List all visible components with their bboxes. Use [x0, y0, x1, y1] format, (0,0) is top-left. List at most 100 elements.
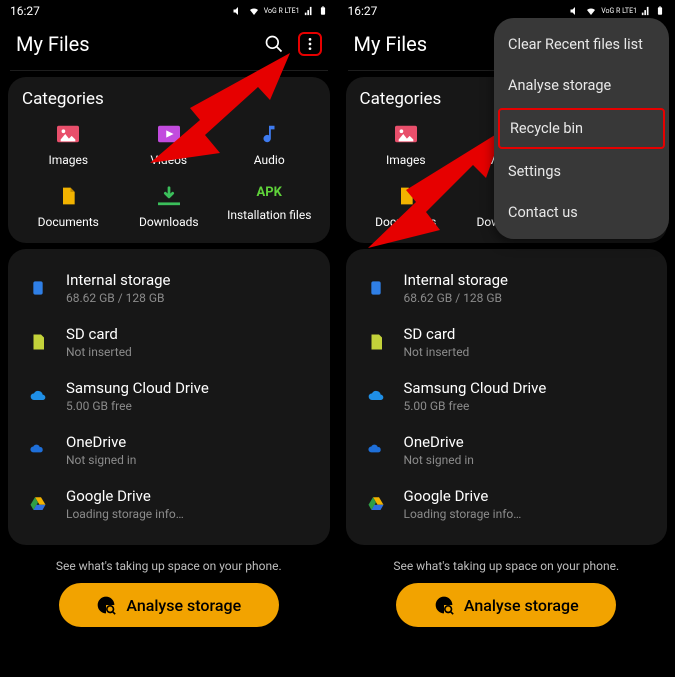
storage-name: Internal storage: [66, 271, 171, 289]
storage-card: Internal storage 68.62 GB / 128 GB SD ca…: [346, 249, 668, 545]
storage-onedrive[interactable]: OneDrive Not signed in: [356, 423, 658, 477]
more-options-button[interactable]: [298, 32, 322, 56]
page-title: My Files: [16, 32, 90, 56]
divider: [10, 70, 328, 71]
categories-title: Categories: [22, 89, 316, 109]
phone-icon: [368, 277, 384, 299]
storage-googledrive[interactable]: Google Drive Loading storage info…: [18, 477, 320, 531]
storage-internal[interactable]: Internal storage 68.62 GB / 128 GB: [18, 261, 320, 315]
storage-sub: Not signed in: [66, 453, 136, 467]
category-label: Downloads: [139, 215, 199, 229]
category-label: Images: [48, 153, 88, 167]
onedrive-icon: [365, 443, 387, 457]
document-icon: [58, 185, 78, 207]
storage-sub: 5.00 GB free: [404, 399, 547, 413]
category-videos[interactable]: Videos: [119, 123, 220, 167]
analyse-icon: [434, 595, 454, 615]
video-icon: [158, 123, 180, 145]
storage-googledrive[interactable]: Google Drive Loading storage info…: [356, 477, 658, 531]
storage-name: OneDrive: [404, 433, 474, 451]
storage-name: Samsung Cloud Drive: [404, 379, 547, 397]
category-documents[interactable]: Documents: [356, 185, 457, 229]
storage-sdcard[interactable]: SD card Not inserted: [356, 315, 658, 369]
categories-card: Categories Images Videos Audio Documents: [8, 77, 330, 243]
screenshot-right: 16:27 VoG R LTE1 My Files Categories Ima…: [338, 0, 675, 677]
onedrive-icon: [27, 443, 49, 457]
cloud-icon: [27, 388, 49, 404]
category-images[interactable]: Images: [18, 123, 119, 167]
googledrive-icon: [366, 495, 386, 513]
download-icon: [158, 185, 180, 207]
category-label: Videos: [150, 153, 187, 167]
battery-icon: [318, 5, 328, 17]
storage-onedrive[interactable]: OneDrive Not signed in: [18, 423, 320, 477]
search-button[interactable]: [262, 32, 286, 56]
signal-icon: [304, 6, 314, 16]
storage-samsung-cloud[interactable]: Samsung Cloud Drive 5.00 GB free: [356, 369, 658, 423]
wifi-icon: [585, 5, 597, 17]
category-audio[interactable]: Audio: [219, 123, 320, 167]
status-time: 16:27: [10, 4, 40, 18]
storage-name: Google Drive: [66, 487, 184, 505]
storage-internal[interactable]: Internal storage 68.62 GB / 128 GB: [356, 261, 658, 315]
page-title: My Files: [354, 32, 428, 56]
document-icon: [396, 185, 416, 207]
storage-name: SD card: [404, 325, 470, 343]
googledrive-icon: [28, 495, 48, 513]
analyse-label: Analyse storage: [464, 596, 579, 615]
image-icon: [57, 123, 79, 145]
audio-icon: [258, 123, 280, 145]
search-icon: [264, 34, 284, 54]
menu-analyse-storage[interactable]: Analyse storage: [494, 65, 669, 106]
analyse-label: Analyse storage: [126, 596, 241, 615]
status-time: 16:27: [348, 4, 378, 18]
network-label: VoG R LTE1: [264, 8, 300, 15]
storage-sub: Not signed in: [404, 453, 474, 467]
analyse-storage-button[interactable]: Analyse storage: [59, 583, 279, 627]
mute-icon: [569, 5, 581, 17]
more-vertical-icon: [302, 36, 318, 52]
storage-card: Internal storage 68.62 GB / 128 GB SD ca…: [8, 249, 330, 545]
storage-sdcard[interactable]: SD card Not inserted: [18, 315, 320, 369]
signal-icon: [641, 6, 651, 16]
category-label: Documents: [38, 215, 99, 229]
battery-icon: [655, 5, 665, 17]
storage-sub: 68.62 GB / 128 GB: [66, 291, 171, 305]
category-apk[interactable]: APK Installation files: [219, 185, 320, 229]
storage-name: Internal storage: [404, 271, 509, 289]
phone-icon: [30, 277, 46, 299]
wifi-icon: [248, 5, 260, 17]
category-documents[interactable]: Documents: [18, 185, 119, 229]
menu-recycle-bin[interactable]: Recycle bin: [498, 108, 665, 149]
analyse-icon: [96, 595, 116, 615]
sdcard-icon: [29, 332, 47, 352]
hint-text: See what's taking up space on your phone…: [0, 559, 338, 573]
menu-clear-recent[interactable]: Clear Recent files list: [494, 24, 669, 65]
storage-sub: Not inserted: [404, 345, 470, 359]
header: My Files: [0, 22, 338, 70]
category-label: Installation files: [227, 208, 311, 222]
category-label: Documents: [375, 215, 436, 229]
storage-name: OneDrive: [66, 433, 136, 451]
sdcard-icon: [367, 332, 385, 352]
overflow-menu: Clear Recent files list Analyse storage …: [494, 18, 669, 239]
status-indicators: VoG R LTE1: [232, 5, 328, 17]
category-images[interactable]: Images: [356, 123, 457, 167]
category-downloads[interactable]: Downloads: [119, 185, 220, 229]
storage-sub: Loading storage info…: [66, 507, 184, 521]
storage-sub: 5.00 GB free: [66, 399, 209, 413]
screenshot-left: 16:27 VoG R LTE1 My Files Categ: [0, 0, 338, 677]
status-indicators: VoG R LTE1: [569, 5, 665, 17]
storage-sub: 68.62 GB / 128 GB: [404, 291, 509, 305]
analyse-storage-button[interactable]: Analyse storage: [396, 583, 616, 627]
hint-text: See what's taking up space on your phone…: [338, 559, 675, 573]
storage-name: Google Drive: [404, 487, 522, 505]
menu-contact-us[interactable]: Contact us: [494, 192, 669, 233]
apk-icon: APK: [257, 185, 282, 200]
storage-sub: Not inserted: [66, 345, 132, 359]
network-label: VoG R LTE1: [601, 8, 637, 15]
storage-samsung-cloud[interactable]: Samsung Cloud Drive 5.00 GB free: [18, 369, 320, 423]
menu-settings[interactable]: Settings: [494, 151, 669, 192]
category-label: Images: [386, 153, 426, 167]
storage-name: SD card: [66, 325, 132, 343]
